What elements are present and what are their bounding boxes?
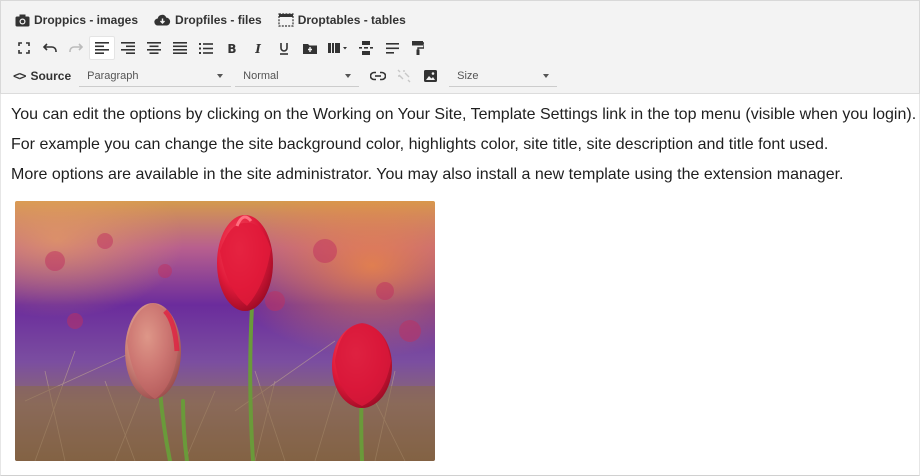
- style-select-value: Normal: [243, 69, 279, 82]
- insert-link-button[interactable]: [365, 64, 391, 88]
- svg-text:B: B: [227, 42, 236, 54]
- paragraph-3: More options are available in the site a…: [11, 166, 844, 183]
- code-icon: <>: [13, 69, 26, 83]
- format-select[interactable]: Paragraph: [79, 65, 232, 87]
- source-button[interactable]: <> Source: [13, 69, 71, 83]
- media-icon: [328, 43, 347, 53]
- dropfiles-button[interactable]: Dropfiles - files: [154, 13, 262, 27]
- style-row: <> Source Paragraph Normal Size: [13, 62, 558, 90]
- align-right-icon: [121, 42, 135, 54]
- fullscreen-button[interactable]: [11, 36, 37, 60]
- cloud-icon: [154, 14, 171, 26]
- editor-content[interactable]: You can edit the options by clicking on …: [0, 94, 920, 476]
- style-select[interactable]: Normal: [235, 65, 360, 87]
- editor-toolbar: Droppics - images Dropfiles - files Drop…: [0, 0, 920, 94]
- svg-text:I: I: [254, 42, 261, 54]
- insert-media-button[interactable]: [323, 36, 353, 60]
- link-icon: [370, 71, 387, 81]
- droptables-label: Droptables - tables: [297, 13, 406, 27]
- table-icon: [278, 13, 294, 27]
- align-justify-button[interactable]: [167, 36, 193, 60]
- camera-icon: [15, 14, 30, 26]
- undo-button[interactable]: [37, 36, 63, 60]
- redo-icon: [69, 43, 83, 52]
- size-select-value: Size: [457, 69, 479, 82]
- insert-image-button[interactable]: [417, 64, 443, 88]
- undo-icon: [43, 43, 57, 52]
- text-lines-icon: [385, 42, 399, 54]
- bold-button[interactable]: B: [219, 36, 245, 60]
- align-left-button[interactable]: [89, 36, 115, 60]
- plugin-row: Droppics - images Dropfiles - files Drop…: [15, 6, 422, 34]
- format-select-value: Paragraph: [87, 69, 139, 82]
- fullscreen-icon: [18, 42, 30, 54]
- bold-icon: B: [227, 42, 236, 54]
- underline-icon: [280, 42, 288, 55]
- page-break-button[interactable]: [353, 36, 379, 60]
- droppics-button[interactable]: Droppics - images: [15, 13, 138, 27]
- paragraph-2: For example you can change the site back…: [11, 136, 829, 153]
- underline-button[interactable]: [271, 36, 297, 60]
- source-label: Source: [30, 69, 72, 83]
- unlink-button[interactable]: [391, 64, 417, 88]
- paragraph-align-button[interactable]: [379, 36, 405, 60]
- size-select[interactable]: Size: [449, 65, 558, 87]
- redo-button[interactable]: [63, 36, 89, 60]
- bullet-list-icon: [199, 42, 213, 54]
- paragraph-1: You can edit the options by clicking on …: [11, 106, 917, 123]
- tulip-image[interactable]: [15, 201, 435, 461]
- dropfiles-label: Dropfiles - files: [175, 13, 262, 27]
- bullet-list-button[interactable]: [193, 36, 219, 60]
- page-break-icon: [359, 41, 373, 55]
- format-painter-button[interactable]: [405, 36, 431, 60]
- droptables-button[interactable]: Droptables - tables: [278, 13, 406, 27]
- insert-folder-button[interactable]: [297, 36, 323, 60]
- align-justify-icon: [173, 42, 187, 54]
- format-row: B I: [11, 34, 431, 62]
- italic-button[interactable]: I: [245, 36, 271, 60]
- folder-icon: [303, 44, 317, 54]
- align-center-button[interactable]: [141, 36, 167, 60]
- align-center-icon: [147, 42, 161, 54]
- align-left-icon: [95, 42, 109, 54]
- italic-icon: I: [254, 42, 261, 54]
- paint-roller-icon: [412, 41, 424, 55]
- unlink-icon: [397, 69, 411, 83]
- droppics-label: Droppics - images: [34, 13, 139, 27]
- align-right-button[interactable]: [115, 36, 141, 60]
- image-icon: [423, 70, 437, 82]
